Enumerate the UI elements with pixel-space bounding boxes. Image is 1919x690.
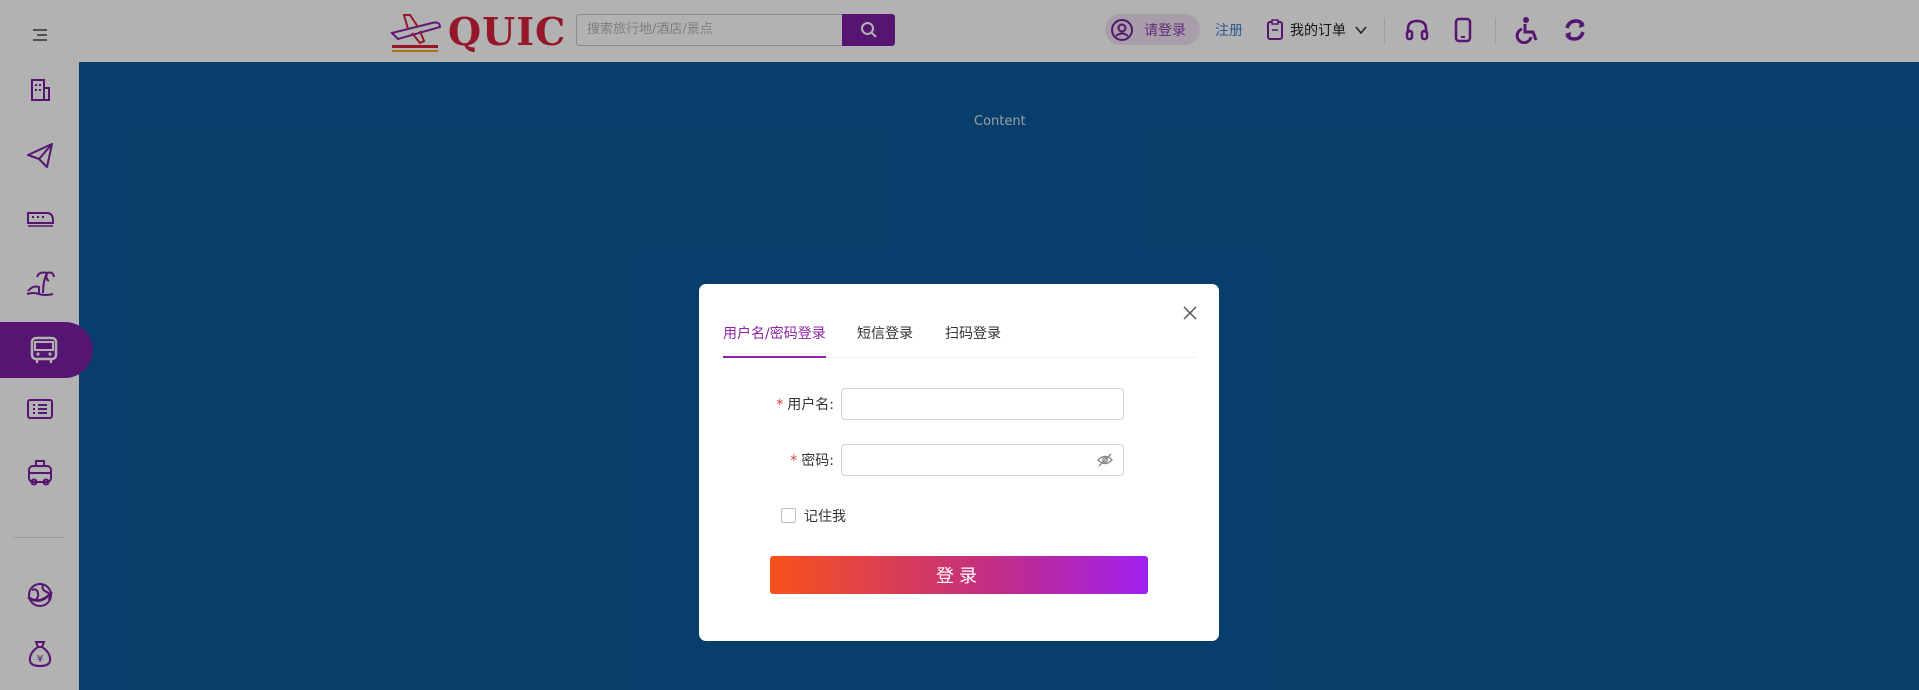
password-label-text: 密码:	[801, 453, 834, 469]
remember-me-label[interactable]: 记住我	[804, 506, 846, 526]
login-dialog: 用户名/密码登录 短信登录 扫码登录 * 用户名: * 密码: 记住我 登录	[699, 284, 1219, 641]
tab-qr-login[interactable]: 扫码登录	[945, 322, 1001, 356]
toggle-password-visibility[interactable]	[1096, 452, 1114, 468]
login-tabs: 用户名/密码登录 短信登录 扫码登录	[723, 322, 1195, 358]
username-label-text: 用户名:	[787, 397, 834, 413]
tab-password-login[interactable]: 用户名/密码登录	[723, 322, 826, 358]
required-mark: *	[776, 397, 784, 413]
remember-me-checkbox[interactable]	[781, 508, 796, 523]
eye-off-icon	[1097, 453, 1113, 467]
username-field[interactable]	[841, 388, 1124, 420]
close-button[interactable]	[1181, 304, 1199, 322]
close-icon	[1183, 306, 1197, 320]
login-submit-button[interactable]: 登录	[770, 556, 1148, 594]
required-mark: *	[790, 453, 798, 469]
username-label: * 用户名:	[769, 394, 834, 414]
password-label: * 密码:	[769, 450, 834, 470]
password-field[interactable]	[841, 444, 1124, 476]
tab-sms-login[interactable]: 短信登录	[857, 322, 913, 356]
